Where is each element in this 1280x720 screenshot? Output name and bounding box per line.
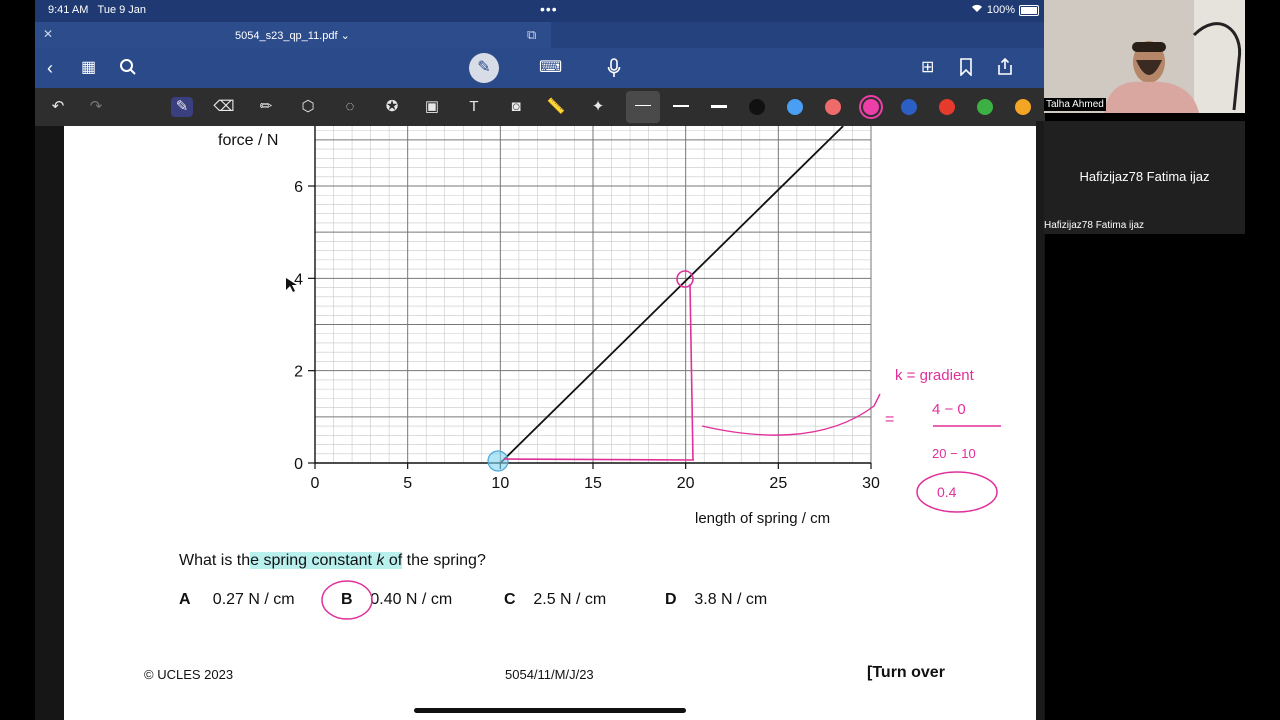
y-tick-label: 4 <box>294 271 303 288</box>
pen-tool-icon[interactable]: ✎ <box>171 97 193 117</box>
battery-indicator: 100% <box>971 4 1039 16</box>
color-swatch[interactable] <box>901 99 917 115</box>
participant-panel-edge <box>1036 121 1044 720</box>
paper-code-footer: 5054/11/M/J/23 <box>505 667 594 682</box>
y-tick-label: 6 <box>294 179 303 196</box>
text-tool-icon[interactable]: T <box>463 97 485 117</box>
split-view-icon[interactable]: ⧉ <box>527 27 536 43</box>
close-tab-icon[interactable]: ✕ <box>43 27 53 41</box>
keyboard-icon[interactable]: ⌨ <box>539 58 562 78</box>
highlighter-icon[interactable]: ✏ <box>255 97 277 117</box>
navigation-bar: ‹ ▦ ✎ ⌨ ⊞ <box>35 48 1045 88</box>
pen-mode-icon[interactable]: ✎ <box>469 53 499 83</box>
x-tick-label: 15 <box>584 475 602 492</box>
copyright-footer: © UCLES 2023 <box>144 667 234 682</box>
x-tick-label: 20 <box>677 475 695 492</box>
gradient-triangle <box>503 283 695 461</box>
bookmark-icon[interactable] <box>959 58 973 80</box>
gradient-denominator: 20 − 10 <box>932 446 976 461</box>
annotation-toolbar: ↶ ↷ ✎ ⌫ ✏ ⬡ ◌ ✪ ▣ T ◙ 📏 ✦ <box>35 88 1045 126</box>
x-tick-label: 0 <box>311 475 320 492</box>
eraser-icon[interactable]: ⌫ <box>213 97 235 117</box>
pdf-page[interactable]: 0 5 10 15 20 25 30 0 2 4 6 force / N length of sp… <box>64 126 1036 720</box>
participant-tile: Hafizijaz78 Fatima ijaz Hafizijaz78 Fati… <box>1044 121 1245 234</box>
document-tab-bar: ✕ 5054_s23_qp_11.pdf ⌄ ⧉ <box>35 22 1045 48</box>
grid-view-icon[interactable]: ▦ <box>81 58 96 78</box>
home-indicator[interactable] <box>414 708 686 713</box>
y-tick-label: 0 <box>294 456 303 473</box>
multitask-dots[interactable]: ••• <box>540 1 558 17</box>
force-length-graph: 0 5 10 15 20 25 30 0 2 4 6 force / N length of sp… <box>218 126 1001 527</box>
color-swatch[interactable] <box>749 99 765 115</box>
origin-highlight-circle <box>487 450 509 472</box>
answer-value: 0.4 <box>937 484 957 500</box>
x-tick-label: 5 <box>403 475 412 492</box>
document-title[interactable]: 5054_s23_qp_11.pdf ⌄ <box>235 29 350 42</box>
y-tick-label: 2 <box>294 364 303 381</box>
x-tick-label: 10 <box>491 475 509 492</box>
curved-arrow <box>701 393 881 436</box>
redo-icon[interactable]: ↷ <box>85 97 107 117</box>
color-swatch[interactable] <box>825 99 841 115</box>
gradient-numerator: 4 − 0 <box>932 401 966 418</box>
ruler-icon[interactable]: 📏 <box>545 97 567 117</box>
undo-icon[interactable]: ↶ <box>47 97 69 117</box>
battery-icon <box>1019 4 1039 16</box>
color-swatch[interactable] <box>939 99 955 115</box>
handwritten-annotations: k = gradient = 4 − 0 20 − 10 0.4 <box>286 270 1001 513</box>
battery-percent: 100% <box>986 4 1015 16</box>
x-axis-label: length of spring / cm <box>695 510 830 527</box>
stroke-thin-icon[interactable] <box>635 105 651 106</box>
color-swatch[interactable] <box>977 99 993 115</box>
y-axis-label: force / N <box>218 132 278 149</box>
search-icon[interactable] <box>119 58 137 80</box>
sticker-icon[interactable]: ✪ <box>381 97 403 117</box>
equals-sign: = <box>885 411 894 428</box>
add-page-icon[interactable]: ⊞ <box>921 58 934 78</box>
color-swatch[interactable] <box>863 99 879 115</box>
turn-over-label: [Turn over <box>867 664 945 681</box>
selected-stroke-width[interactable] <box>626 91 660 123</box>
participant-center-name: Hafizijaz78 Fatima ijaz <box>1079 169 1210 184</box>
laser-pointer-icon[interactable]: ✦ <box>587 97 609 117</box>
option-b-circle <box>321 580 373 620</box>
status-bar: 9:41 AM Tue 9 Jan ••• 100% <box>35 0 1045 22</box>
stroke-thick-icon[interactable] <box>711 105 727 108</box>
ipad-screen: 9:41 AM Tue 9 Jan ••• 100% ✕ 5054_s23_qp… <box>35 0 1045 720</box>
presenter-name: Talha Ahmed <box>1044 98 1106 111</box>
option-a[interactable]: A 0.27 N / cm <box>179 591 295 609</box>
shapes-icon[interactable]: ⬡ <box>297 97 319 117</box>
share-icon[interactable] <box>997 57 1013 80</box>
x-tick-label: 30 <box>862 475 880 492</box>
option-c[interactable]: C 2.5 N / cm <box>504 591 606 609</box>
answer-circle <box>916 471 998 513</box>
color-swatch[interactable] <box>787 99 803 115</box>
image-icon[interactable]: ▣ <box>421 97 443 117</box>
status-time: 9:41 AM Tue 9 Jan <box>48 4 147 16</box>
k-gradient-note: k = gradient <box>895 367 975 384</box>
stroke-medium-icon[interactable] <box>673 105 689 107</box>
lasso-icon[interactable]: ◌ <box>339 97 361 117</box>
option-d[interactable]: D 3.8 N / cm <box>665 591 767 609</box>
wifi-icon <box>971 4 983 16</box>
color-swatch[interactable] <box>1015 99 1031 115</box>
participant-corner-name: Hafizijaz78 Fatima ijaz <box>1044 220 1145 231</box>
question-text: What is the spring constant k of the spr… <box>179 552 486 569</box>
camera-icon[interactable]: ◙ <box>505 97 527 117</box>
microphone-icon[interactable] <box>607 58 621 82</box>
back-chevron-icon[interactable]: ‹ <box>47 58 53 78</box>
x-tick-label: 25 <box>769 475 787 492</box>
presenter-video <box>1044 0 1245 113</box>
